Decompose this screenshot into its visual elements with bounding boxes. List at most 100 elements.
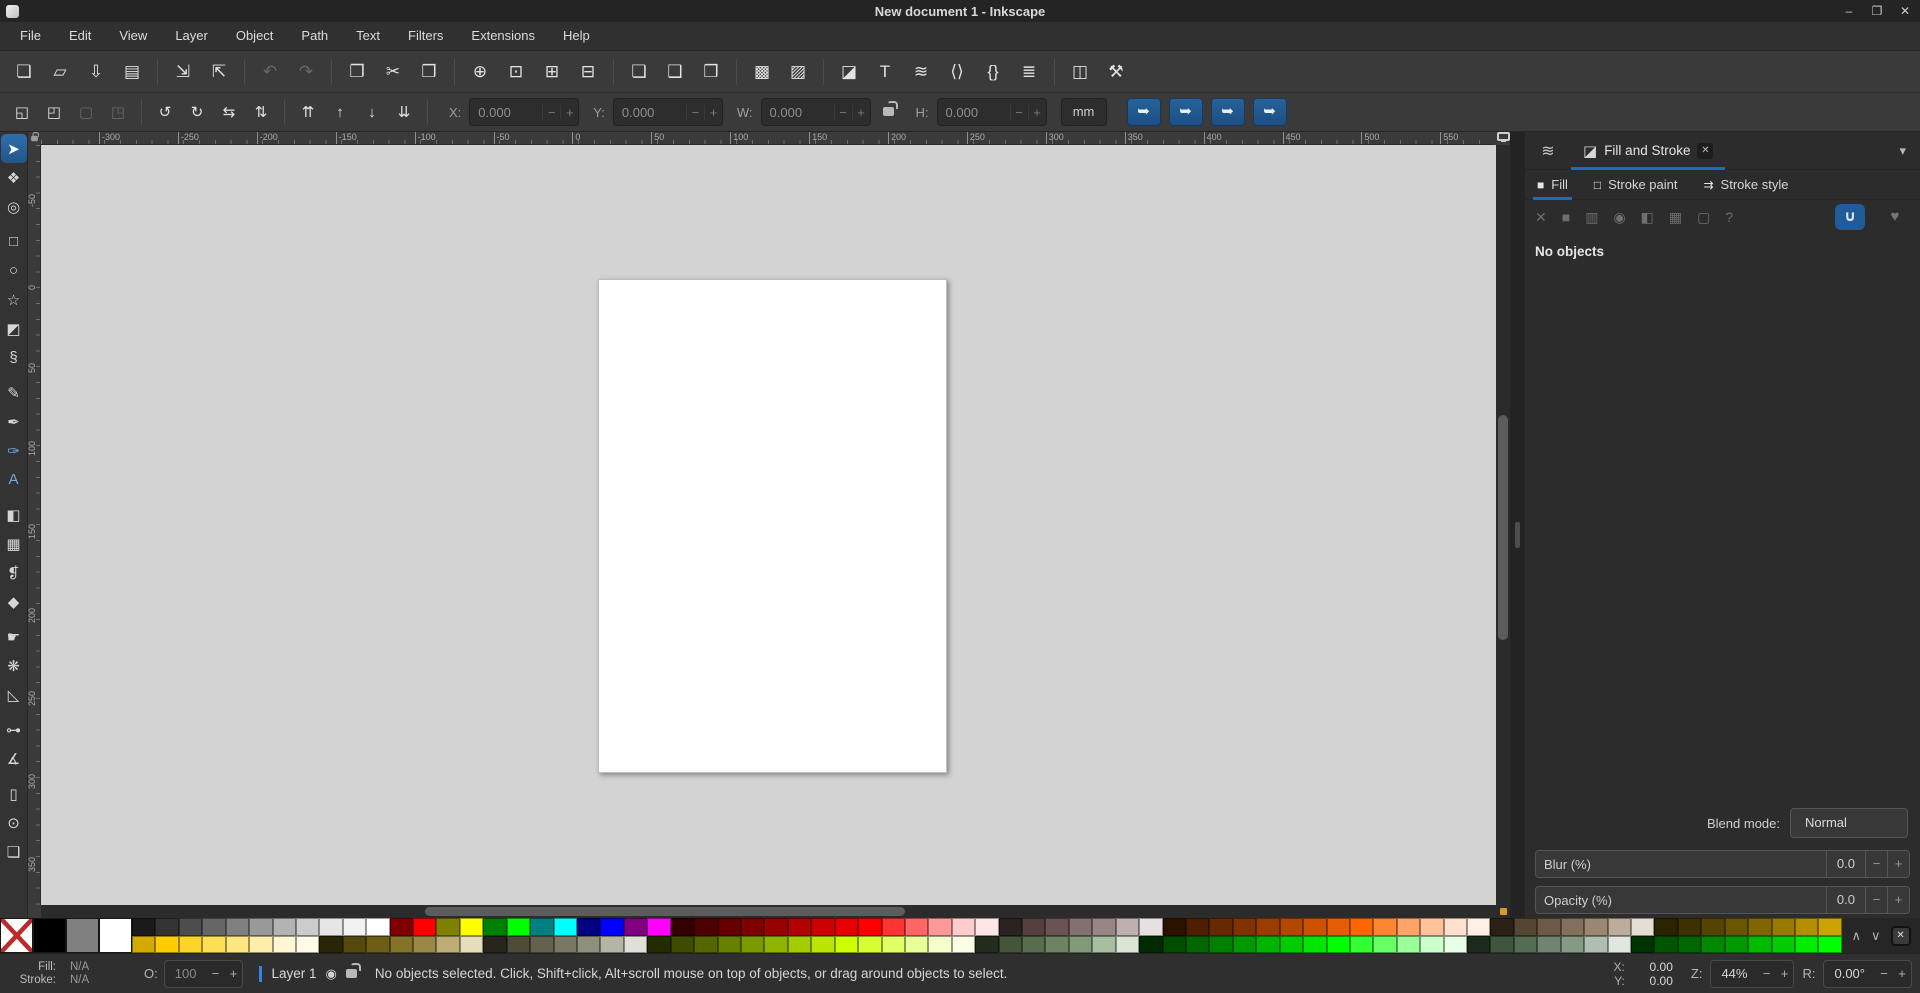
menu-view[interactable]: View [105, 22, 161, 50]
palette-swatch[interactable] [342, 935, 367, 953]
palette-swatch[interactable] [834, 935, 859, 953]
zoom-to-selection-button[interactable]: ⊕ [462, 56, 498, 88]
palette-swatch[interactable] [1560, 935, 1585, 953]
copy-button[interactable]: ❐ [339, 56, 375, 88]
x-increment[interactable]: + [560, 104, 578, 120]
object-opacity-decrement[interactable]: − [206, 966, 224, 981]
tool-selector[interactable]: ➤ [0, 134, 27, 163]
palette-swatch[interactable] [975, 918, 999, 936]
palette-swatch[interactable] [249, 918, 273, 936]
width-decrement[interactable]: − [833, 104, 852, 120]
tool-gradient[interactable]: ◧ [1, 500, 27, 529]
palette-swatch[interactable] [764, 918, 788, 936]
blur-increment[interactable]: + [1887, 851, 1909, 877]
create-clone-button[interactable]: ❑ [657, 56, 693, 88]
palette-swatch[interactable] [881, 918, 905, 936]
tool-text[interactable]: A [1, 465, 27, 494]
tool-paint-bucket[interactable]: ◆ [1, 587, 27, 616]
scale-stroke-width-toggle[interactable]: ➥ [1126, 98, 1161, 126]
palette-swatch[interactable] [717, 918, 741, 936]
paint-help-button[interactable]: ? [1725, 209, 1733, 225]
palette-swatch[interactable] [670, 935, 695, 953]
palette-swatch[interactable] [998, 935, 1023, 953]
tab-stroke-paint[interactable]: □ Stroke paint [1594, 170, 1678, 200]
palette-swatch[interactable] [1818, 935, 1842, 953]
palette-swatch[interactable] [389, 918, 414, 936]
tool-pencil[interactable]: ✎ [1, 378, 27, 407]
palette-swatch[interactable] [319, 918, 343, 936]
rotation-increment[interactable]: + [1893, 966, 1911, 981]
palette-swatch[interactable] [1185, 918, 1210, 936]
palette-swatch[interactable] [1701, 918, 1725, 936]
palette-swatch[interactable] [1185, 935, 1210, 953]
palette-swatch[interactable] [577, 918, 601, 936]
tool-mesh-gradient[interactable]: ▦ [1, 529, 27, 558]
opacity-increment[interactable]: + [1887, 887, 1909, 913]
tool-eraser[interactable]: ◺ [1, 680, 27, 709]
menu-edit[interactable]: Edit [55, 22, 105, 50]
palette-swatch[interactable] [33, 918, 66, 953]
palette-swatch[interactable] [272, 918, 296, 936]
palette-swatch[interactable] [1701, 935, 1725, 953]
palette-swatch[interactable] [530, 935, 554, 953]
palette-swatch[interactable] [694, 935, 718, 953]
tool-spray[interactable]: ❋ [1, 651, 27, 680]
horizontal-ruler[interactable]: -300 -250 -200 -150 -100 -50 0 50 100 150 200 250 30… [41, 132, 1496, 145]
guides-lock-icon[interactable] [28, 131, 41, 145]
tool-calligraphy[interactable]: ✑ [1, 436, 27, 465]
palette-swatch[interactable] [811, 935, 835, 953]
layers-dialog-tab-icon[interactable]: ≋ [1525, 141, 1571, 161]
palette-swatch[interactable] [623, 935, 648, 953]
palette-swatch[interactable] [1162, 935, 1186, 953]
flip-vertical-button[interactable]: ⇅ [245, 97, 277, 127]
palette-swatch[interactable] [998, 918, 1023, 936]
duplicate-button[interactable]: ❏ [621, 56, 657, 88]
palette-swatch[interactable] [1279, 935, 1304, 953]
tool-shape-builder[interactable]: ◎ [1, 192, 27, 221]
rotation-spinbox[interactable]: 0.00° − + [1823, 959, 1912, 988]
palette-swatch[interactable] [1748, 918, 1772, 936]
palette-swatch[interactable] [553, 935, 578, 953]
y-increment[interactable]: + [703, 104, 722, 120]
tool-tweak[interactable]: ☛ [1, 622, 27, 651]
palette-swatch[interactable] [1022, 935, 1046, 953]
palette-swatch[interactable] [132, 918, 156, 936]
lock-aspect-ratio-icon[interactable] [882, 101, 898, 121]
palette-swatch[interactable] [389, 935, 414, 953]
fill-rule-evenodd-button[interactable]: ♥ [1880, 204, 1910, 230]
palette-swatch[interactable] [1443, 918, 1468, 936]
zoom-spinbox[interactable]: 44% − + [1710, 959, 1795, 988]
panel-splitter[interactable] [1510, 132, 1525, 918]
palette-swatch[interactable] [506, 918, 531, 936]
new-document-button[interactable]: ❏ [6, 56, 42, 88]
fill-stroke-dock-tab[interactable]: ◪ Fill and Stroke ✕ [1571, 132, 1726, 170]
palette-swatch[interactable] [436, 918, 460, 936]
palette-swatch[interactable] [647, 918, 671, 936]
palette-swatch[interactable] [178, 935, 203, 953]
palette-swatch[interactable] [1022, 918, 1046, 936]
palette-swatch[interactable] [366, 935, 390, 953]
palette-swatch[interactable] [1349, 918, 1374, 936]
palette-none-swatch[interactable] [0, 918, 33, 953]
tool-rectangle[interactable]: □ [1, 227, 27, 256]
height-field[interactable]: 0.000 − + [936, 98, 1047, 126]
ungroup-button[interactable]: ▨ [780, 56, 816, 88]
palette-swatch[interactable] [1209, 935, 1233, 953]
palette-swatch[interactable] [811, 918, 835, 936]
unit-selector[interactable]: mm [1060, 98, 1107, 126]
unlink-clone-button[interactable]: ❒ [693, 56, 729, 88]
width-field[interactable]: 0.000 − + [760, 98, 871, 126]
tool-zoom[interactable]: ⊙ [1, 808, 27, 837]
menu-extensions[interactable]: Extensions [457, 22, 549, 50]
dock-collapse-chevron-icon[interactable]: ▾ [1899, 143, 1906, 159]
tool-connector[interactable]: ⊶ [1, 715, 27, 744]
palette-swatch[interactable] [951, 935, 976, 953]
palette-swatch[interactable] [483, 918, 507, 936]
palette-swatch[interactable] [1724, 918, 1749, 936]
palette-swatch[interactable] [1115, 935, 1140, 953]
palette-swatch[interactable] [1584, 935, 1608, 953]
palette-swatch[interactable] [99, 918, 132, 953]
palette-swatch[interactable] [1232, 935, 1257, 953]
menu-path[interactable]: Path [287, 22, 342, 50]
palette-swatch[interactable] [1584, 918, 1608, 936]
